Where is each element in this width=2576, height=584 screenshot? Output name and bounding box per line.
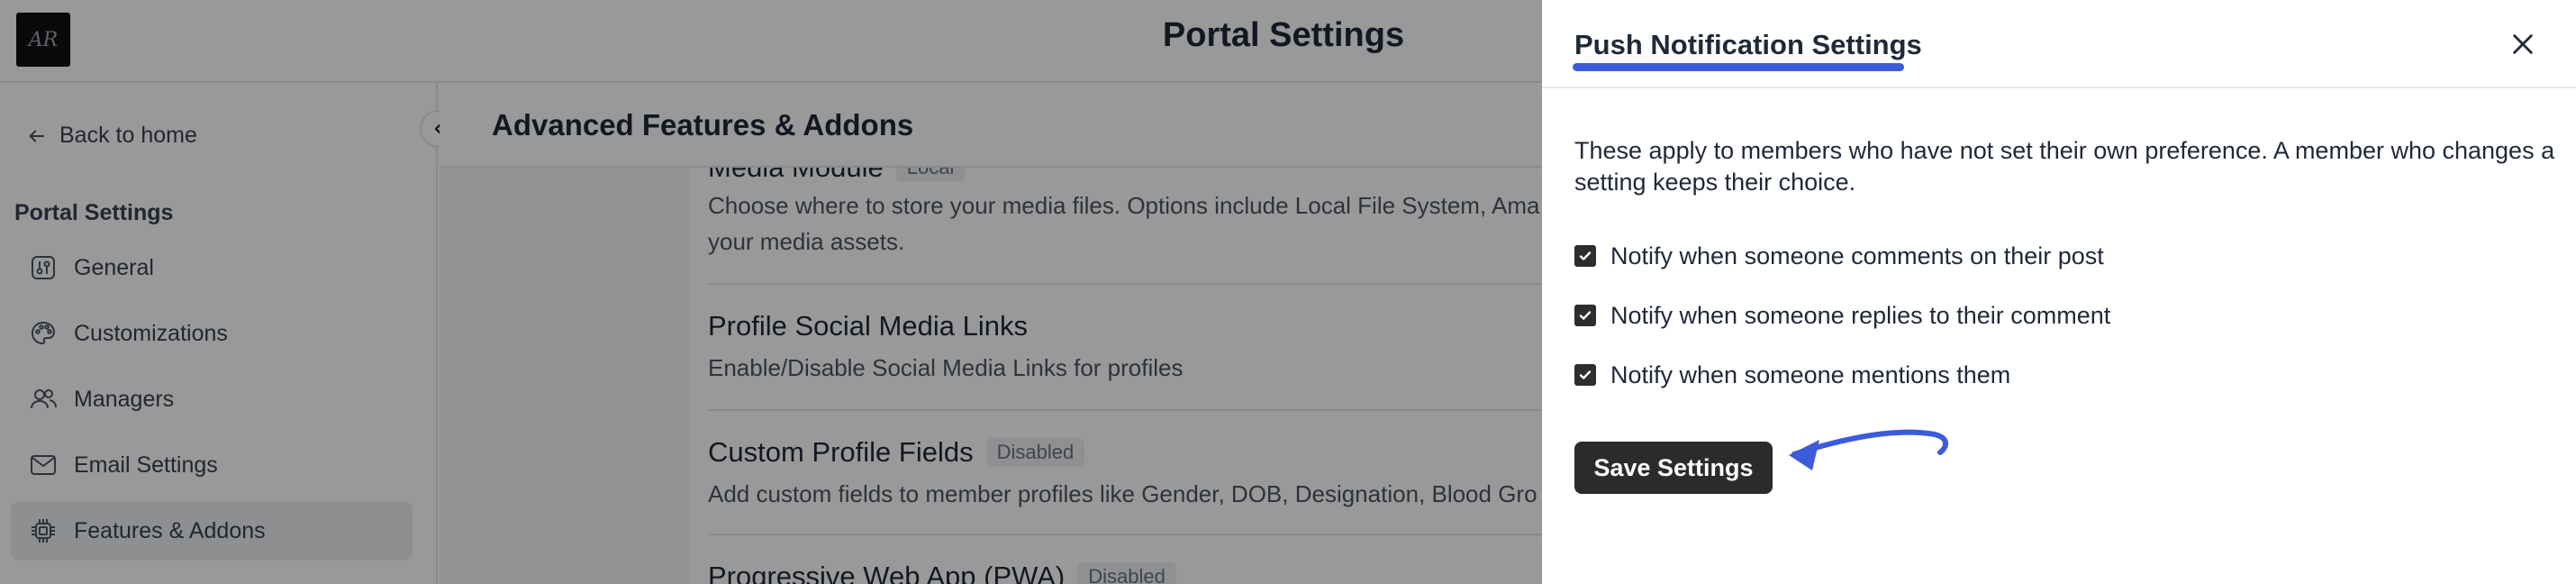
push-notification-drawer: Push Notification Settings These apply t… xyxy=(1542,0,2576,584)
option-label: Notify when someone replies to their com… xyxy=(1610,301,2111,329)
save-settings-button[interactable]: Save Settings xyxy=(1574,442,1773,494)
annotation-arrow-icon xyxy=(1789,429,1948,470)
drawer-title: Push Notification Settings xyxy=(1574,29,1922,60)
checkbox[interactable] xyxy=(1574,364,1596,386)
checkbox[interactable] xyxy=(1574,305,1596,326)
close-icon xyxy=(2513,34,2533,54)
drawer-header: Push Notification Settings xyxy=(1542,0,2576,88)
checkbox[interactable] xyxy=(1574,245,1596,267)
option-label: Notify when someone mentions them xyxy=(1610,360,2011,388)
option-mentions[interactable]: Notify when someone mentions them xyxy=(1574,359,2110,391)
check-icon xyxy=(1579,311,1592,320)
highlight-underline xyxy=(1573,63,1904,71)
drawer-intro-text: These apply to members who have not set … xyxy=(1574,137,2555,196)
option-replies-to-comment[interactable]: Notify when someone replies to their com… xyxy=(1574,299,2110,332)
notification-options: Notify when someone comments on their po… xyxy=(1574,240,2110,418)
modal-backdrop[interactable] xyxy=(0,0,1542,584)
check-icon xyxy=(1579,370,1592,379)
option-comments-on-post[interactable]: Notify when someone comments on their po… xyxy=(1574,240,2110,272)
close-button[interactable] xyxy=(2506,27,2540,61)
check-icon xyxy=(1579,251,1592,260)
option-label: Notify when someone comments on their po… xyxy=(1610,242,2104,269)
